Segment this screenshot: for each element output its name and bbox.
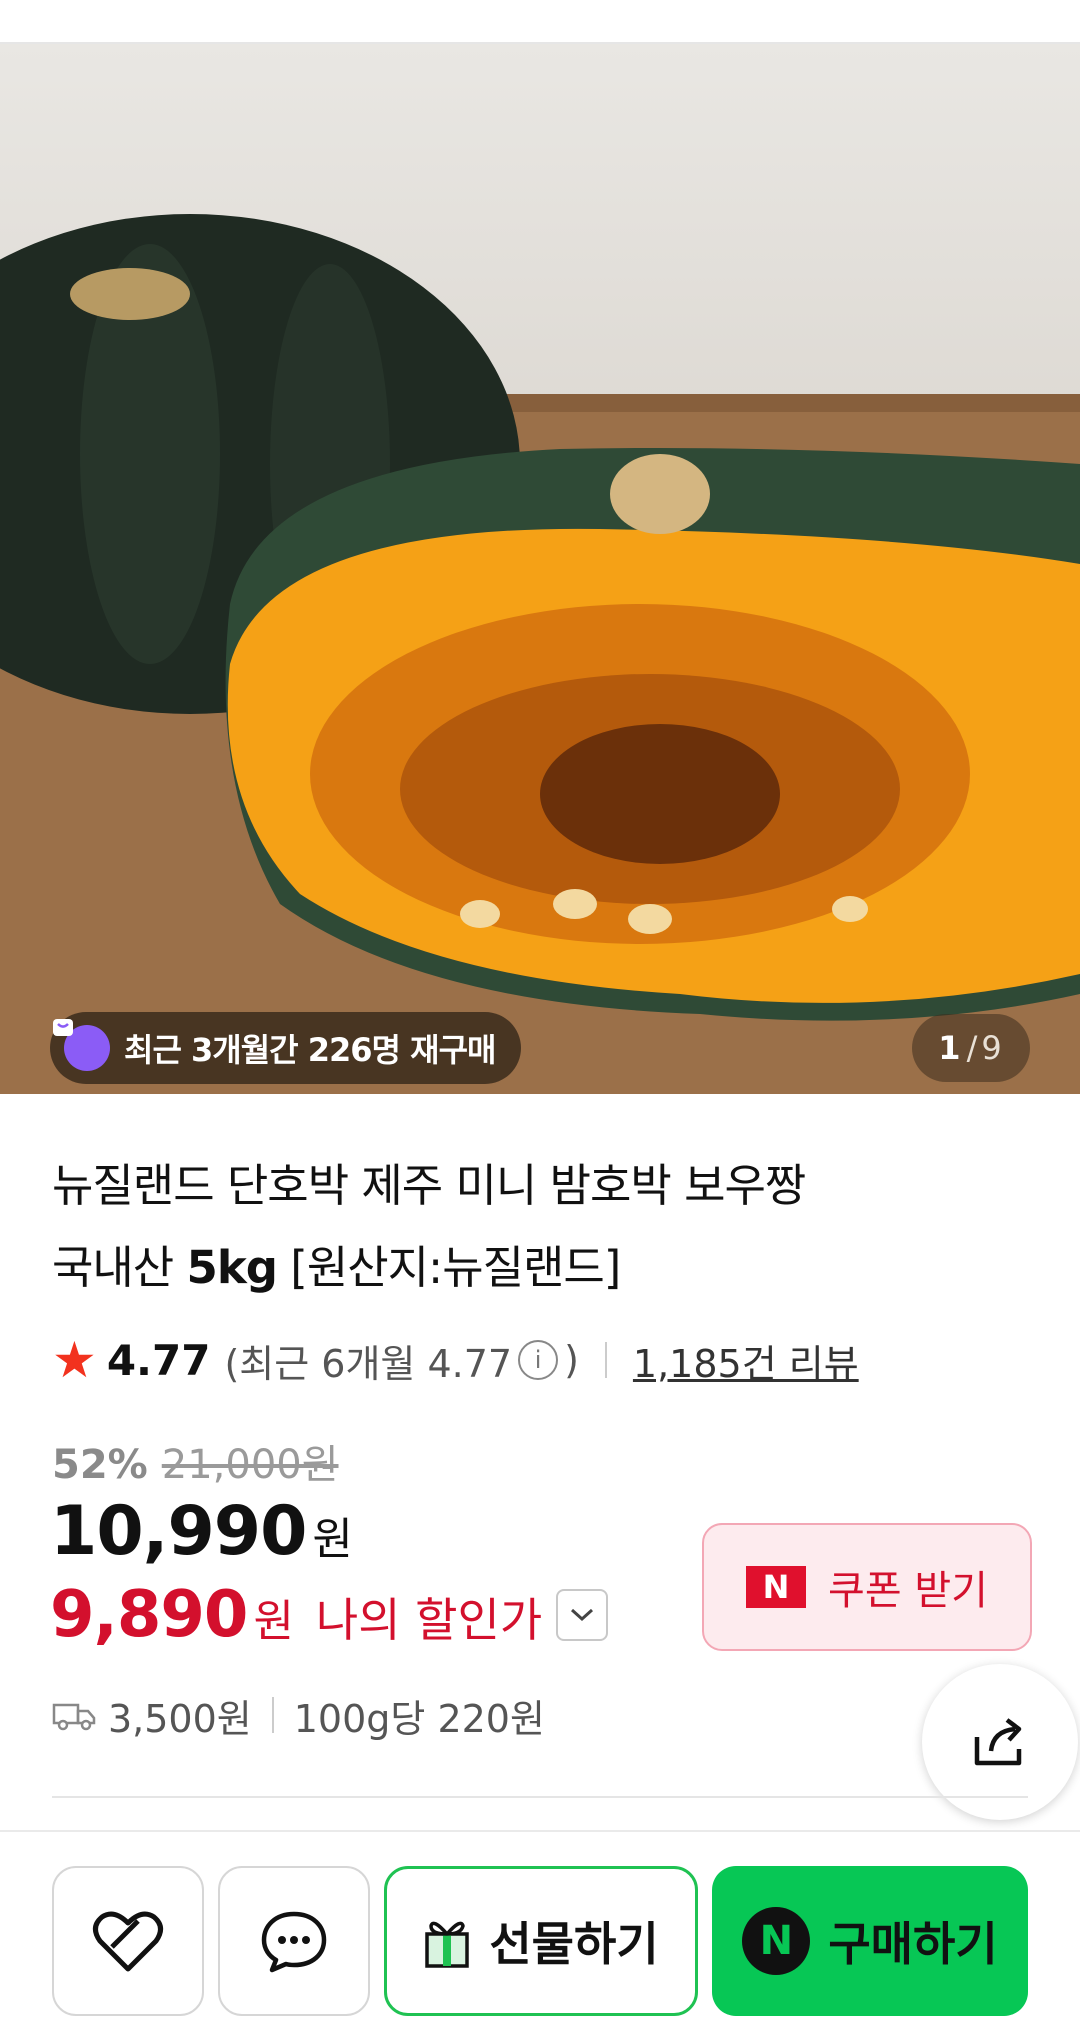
- naver-coupon-icon: N: [746, 1566, 807, 1608]
- product-image: [0, 214, 1080, 1094]
- wishlist-button[interactable]: [52, 1866, 204, 2016]
- product-image-carousel[interactable]: 최근 3개월간 226명 재구매 1 / 9: [0, 44, 1080, 1094]
- image-index: 1: [938, 1029, 961, 1067]
- buy-label: 구매하기: [828, 1917, 998, 1971]
- repurchase-text: 최근 3개월간 226명 재구매: [124, 1031, 496, 1069]
- my-price-currency: 원: [253, 1596, 294, 1647]
- buy-button[interactable]: N 구매하기: [712, 1866, 1028, 2016]
- shipping-fee: 3,500원: [108, 1696, 252, 1741]
- naver-pay-icon: N: [742, 1907, 811, 1975]
- recent-rating-text: (최근 6개월 4.77: [224, 1341, 513, 1386]
- rating-score: 4.77: [106, 1335, 211, 1385]
- product-title: 뉴질랜드 단호박 제주 미니 밤호박 보우짱 국내산 5kg [원산지:뉴질랜드…: [52, 1145, 952, 1309]
- reviews-link[interactable]: 1,185건 리뷰: [633, 1333, 859, 1388]
- talk-button[interactable]: [218, 1866, 370, 2016]
- share-icon: [971, 1715, 1029, 1769]
- info-icon[interactable]: i: [518, 1340, 559, 1380]
- original-price: 21,000원: [161, 1442, 339, 1488]
- product-title-line2: 국내산 5kg [원산지:뉴질랜드]: [52, 1227, 952, 1309]
- gift-label: 선물하기: [489, 1917, 659, 1971]
- rating-row: ★ 4.77 (최근 6개월 4.77 i ) 1,185건 리뷰: [52, 1330, 859, 1390]
- product-title-weight: 5kg: [186, 1241, 278, 1294]
- image-total: 9: [981, 1029, 1002, 1067]
- divider: [604, 1342, 607, 1378]
- gift-icon: [423, 1914, 471, 1968]
- divider: [271, 1697, 274, 1733]
- my-price-label: 나의 할인가: [315, 1593, 543, 1647]
- chat-bubble-icon: [259, 1908, 329, 1974]
- discount-row: 52% 21,000원: [52, 1432, 339, 1490]
- my-price-value: 9,890: [50, 1578, 248, 1652]
- unit-price: 100g당 220원: [293, 1696, 545, 1741]
- repurchase-badge: 최근 3개월간 226명 재구매: [50, 1012, 522, 1084]
- star-icon: ★: [52, 1331, 97, 1389]
- product-title-origin: 국내산: [52, 1241, 187, 1294]
- section-divider: [52, 1796, 1028, 1798]
- product-title-country: [원산지:뉴질랜드]: [276, 1241, 621, 1294]
- recent-rating-close: ): [564, 1338, 579, 1382]
- sale-price: 10,990 원: [50, 1492, 353, 1571]
- heart-icon: [90, 1907, 166, 1975]
- discount-rate: 52%: [52, 1442, 148, 1488]
- shopping-bag-icon: [53, 1019, 110, 1071]
- delivery-truck-icon: [52, 1699, 96, 1731]
- my-discount-price: 9,890 원 나의 할인가: [50, 1578, 609, 1652]
- coupon-button[interactable]: N 쿠폰 받기: [702, 1523, 1032, 1651]
- shipping-row: 3,500원 100g당 220원: [52, 1688, 545, 1742]
- image-counter: 1 / 9: [912, 1014, 1030, 1082]
- price-value: 10,990: [50, 1492, 307, 1571]
- product-title-line1: 뉴질랜드 단호박 제주 미니 밤호박 보우짱: [52, 1159, 806, 1212]
- chevron-down-icon[interactable]: [556, 1589, 609, 1641]
- price-currency: 원: [312, 1514, 353, 1565]
- coupon-label: 쿠폰 받기: [828, 1568, 988, 1614]
- gift-button[interactable]: 선물하기: [384, 1866, 698, 2016]
- bottom-bar-border: [0, 1830, 1080, 1832]
- image-counter-separator: /: [966, 1029, 978, 1067]
- top-bar: [0, 0, 1080, 44]
